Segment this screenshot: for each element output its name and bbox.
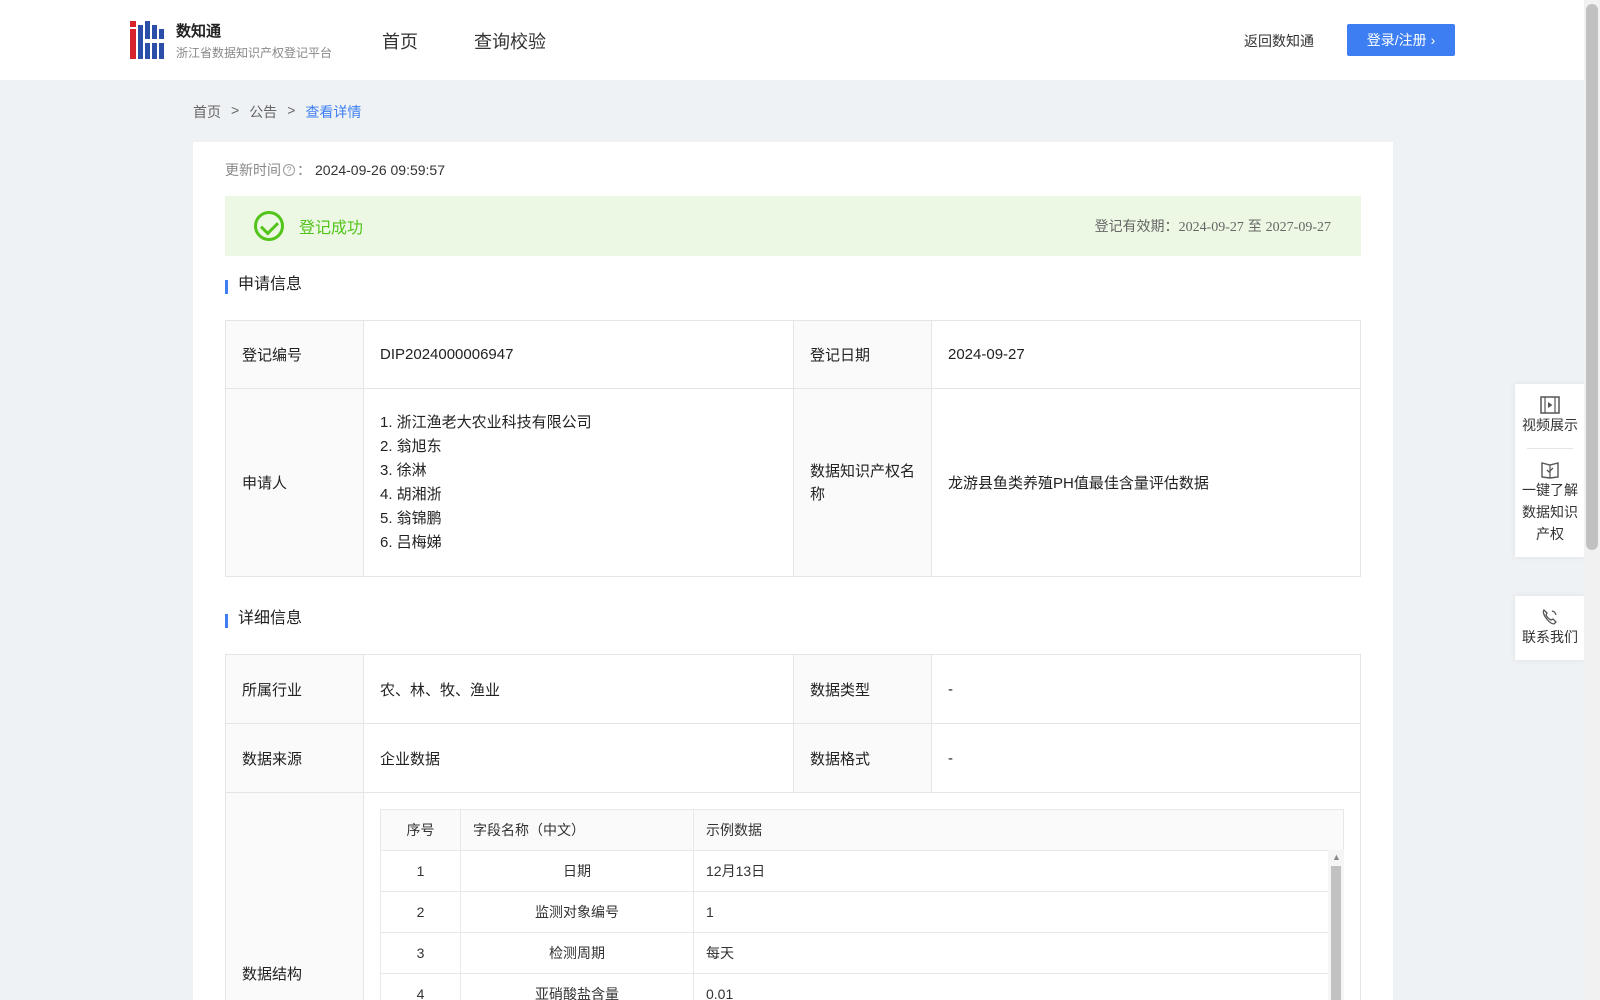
applicant-item: 6. 吕梅娣 — [380, 533, 442, 551]
video-showcase-label: 视频展示 — [1522, 417, 1578, 433]
table-header-row: 序号 字段名称（中文） 示例数据 — [380, 809, 1344, 851]
breadcrumb: 首页 > 公告 > 查看详情 — [193, 102, 361, 122]
data-structure-table: 序号 字段名称（中文） 示例数据 1 日期 12月13日 2 监测对象编号 1 … — [380, 809, 1344, 1000]
detail-card: 更新时间 ? ： 2024-09-26 09:59:57 登记成功 登记有效期：… — [193, 142, 1393, 1000]
row-index: 4 — [380, 973, 461, 1000]
table-row: 2 监测对象编号 1 — [380, 891, 1344, 933]
help-icon[interactable]: ? — [283, 164, 295, 176]
contact-panel: 联系我们 — [1515, 596, 1585, 660]
data-format-value: - — [931, 723, 1361, 793]
table-row: 4 亚硝酸盐含量 0.01 — [380, 973, 1344, 1000]
section-title-details: 详细信息 — [225, 611, 302, 628]
sample-data: 1 — [693, 891, 1344, 933]
back-to-shuzhitong-link[interactable]: 返回数知通 — [1244, 31, 1314, 51]
nav-home[interactable]: 首页 — [382, 28, 418, 54]
status-banner: 登记成功 登记有效期：2024-09-27 至 2027-09-27 — [225, 196, 1361, 256]
data-structure-cell: 序号 字段名称（中文） 示例数据 1 日期 12月13日 2 监测对象编号 1 … — [363, 792, 1361, 1000]
learn-data-ip-label: 一键了解数据知识产权 — [1522, 482, 1578, 542]
data-type-label: 数据类型 — [793, 654, 932, 724]
applicant-item: 1. 浙江渔老大农业科技有限公司 — [380, 413, 592, 431]
ip-name-value: 龙游县鱼类养殖PH值最佳含量评估数据 — [931, 388, 1361, 577]
data-type-value: - — [931, 654, 1361, 724]
scroll-up-arrow-icon[interactable]: ▲ — [1332, 852, 1341, 862]
reg-no-value: DIP2024000006947 — [363, 320, 794, 389]
status-text: 登记成功 — [299, 220, 364, 237]
nav-query-verify[interactable]: 查询校验 — [474, 28, 546, 54]
reg-date-value: 2024-09-27 — [931, 320, 1361, 389]
sample-data: 12月13日 — [693, 850, 1344, 892]
breadcrumb-separator: > — [231, 102, 240, 118]
field-name: 亚硝酸盐含量 — [460, 973, 694, 1000]
sample-data: 0.01 — [693, 973, 1344, 1000]
login-register-button[interactable]: 登录/注册 › — [1347, 24, 1455, 56]
update-time-colon: ： — [297, 162, 311, 178]
field-name: 检测周期 — [460, 932, 694, 974]
logo-subtitle: 浙江省数据知识产权登记平台 — [176, 46, 333, 60]
data-format-label: 数据格式 — [793, 723, 932, 793]
validity-label: 登记有效期： — [1094, 218, 1179, 234]
update-time: 更新时间 ? ： 2024-09-26 09:59:57 — [225, 160, 445, 180]
contact-us-button[interactable]: 联系我们 — [1515, 596, 1585, 660]
validity-start: 2024-09-27 — [1178, 220, 1244, 235]
applicant-item: 5. 翁锦鹏 — [380, 509, 442, 527]
applicant-list: 1. 浙江渔老大农业科技有限公司 2. 翁旭东 3. 徐淋 4. 胡湘浙 5. … — [363, 388, 794, 577]
breadcrumb-home[interactable]: 首页 — [193, 102, 221, 122]
validity-period: 登记有效期：2024-09-27 至 2027-09-27 — [1095, 216, 1331, 236]
update-time-value: 2024-09-26 09:59:57 — [315, 162, 445, 178]
breadcrumb-separator: > — [287, 102, 296, 118]
application-table: 登记编号 DIP2024000006947 登记日期 2024-09-27 申请… — [225, 320, 1361, 577]
top-header: 数知通 浙江省数据知识产权登记平台 首页 查询校验 返回数知通 登录/注册 › — [0, 0, 1584, 80]
column-header: 序号 — [380, 809, 461, 851]
applicant-item: 4. 胡湘浙 — [380, 485, 442, 503]
learn-data-ip-button[interactable]: 一键了解数据知识产权 — [1515, 449, 1585, 557]
reg-date-label: 登记日期 — [793, 320, 932, 389]
data-structure-table-wrap: 序号 字段名称（中文） 示例数据 1 日期 12月13日 2 监测对象编号 1 … — [380, 809, 1344, 1000]
chevron-right-icon: › — [1430, 32, 1436, 48]
table-scrollbar[interactable]: ▲ — [1328, 850, 1344, 1000]
sample-data: 每天 — [693, 932, 1344, 974]
section-title-application: 申请信息 — [225, 277, 302, 294]
data-source-value: 企业数据 — [363, 723, 794, 793]
update-time-label: 更新时间 — [225, 162, 281, 178]
validity-end: 2027-09-27 — [1265, 220, 1331, 235]
industry-label: 所属行业 — [225, 654, 364, 724]
table-scrollbar-thumb[interactable] — [1331, 866, 1341, 1000]
applicant-item: 3. 徐淋 — [380, 461, 427, 479]
table-row: 1 日期 12月13日 — [380, 850, 1344, 892]
ip-name-label: 数据知识产权名称 — [793, 388, 932, 577]
data-source-label: 数据来源 — [225, 723, 364, 793]
page-scrollbar-thumb[interactable] — [1586, 4, 1598, 550]
field-name: 日期 — [460, 850, 694, 892]
phone-icon — [1542, 609, 1557, 625]
breadcrumb-current: 查看详情 — [305, 104, 362, 120]
reg-no-label: 登记编号 — [225, 320, 364, 389]
details-table: 所属行业 农、林、牧、渔业 数据类型 - 数据来源 企业数据 数据格式 - 数据… — [225, 654, 1361, 1000]
column-header: 字段名称（中文） — [460, 809, 694, 851]
book-icon — [1541, 462, 1559, 479]
breadcrumb-announcement[interactable]: 公告 — [249, 102, 277, 122]
row-index: 1 — [380, 850, 461, 892]
floating-side-panel: 视频展示 一键了解数据知识产权 — [1515, 384, 1585, 557]
applicant-item: 2. 翁旭东 — [380, 437, 442, 455]
validity-to: 至 — [1247, 218, 1262, 234]
field-name: 监测对象编号 — [460, 891, 694, 933]
table-row: 3 检测周期 每天 — [380, 932, 1344, 974]
video-showcase-button[interactable]: 视频展示 — [1515, 384, 1585, 448]
main-nav: 首页 查询校验 — [382, 28, 602, 54]
row-index: 3 — [380, 932, 461, 974]
page-scrollbar[interactable] — [1584, 0, 1600, 1000]
login-register-label: 登录/注册 — [1366, 32, 1427, 48]
video-icon — [1540, 396, 1560, 414]
contact-us-label: 联系我们 — [1522, 629, 1578, 645]
industry-value: 农、林、牧、渔业 — [363, 654, 794, 724]
check-circle-icon — [254, 211, 284, 241]
applicant-label: 申请人 — [225, 388, 364, 577]
data-structure-label: 数据结构 — [225, 792, 364, 1000]
column-header: 示例数据 — [693, 809, 1344, 851]
logo-title: 数知通 — [176, 23, 222, 40]
logo-icon — [130, 20, 164, 59]
logo[interactable]: 数知通 浙江省数据知识产权登记平台 — [130, 20, 332, 61]
row-index: 2 — [380, 891, 461, 933]
